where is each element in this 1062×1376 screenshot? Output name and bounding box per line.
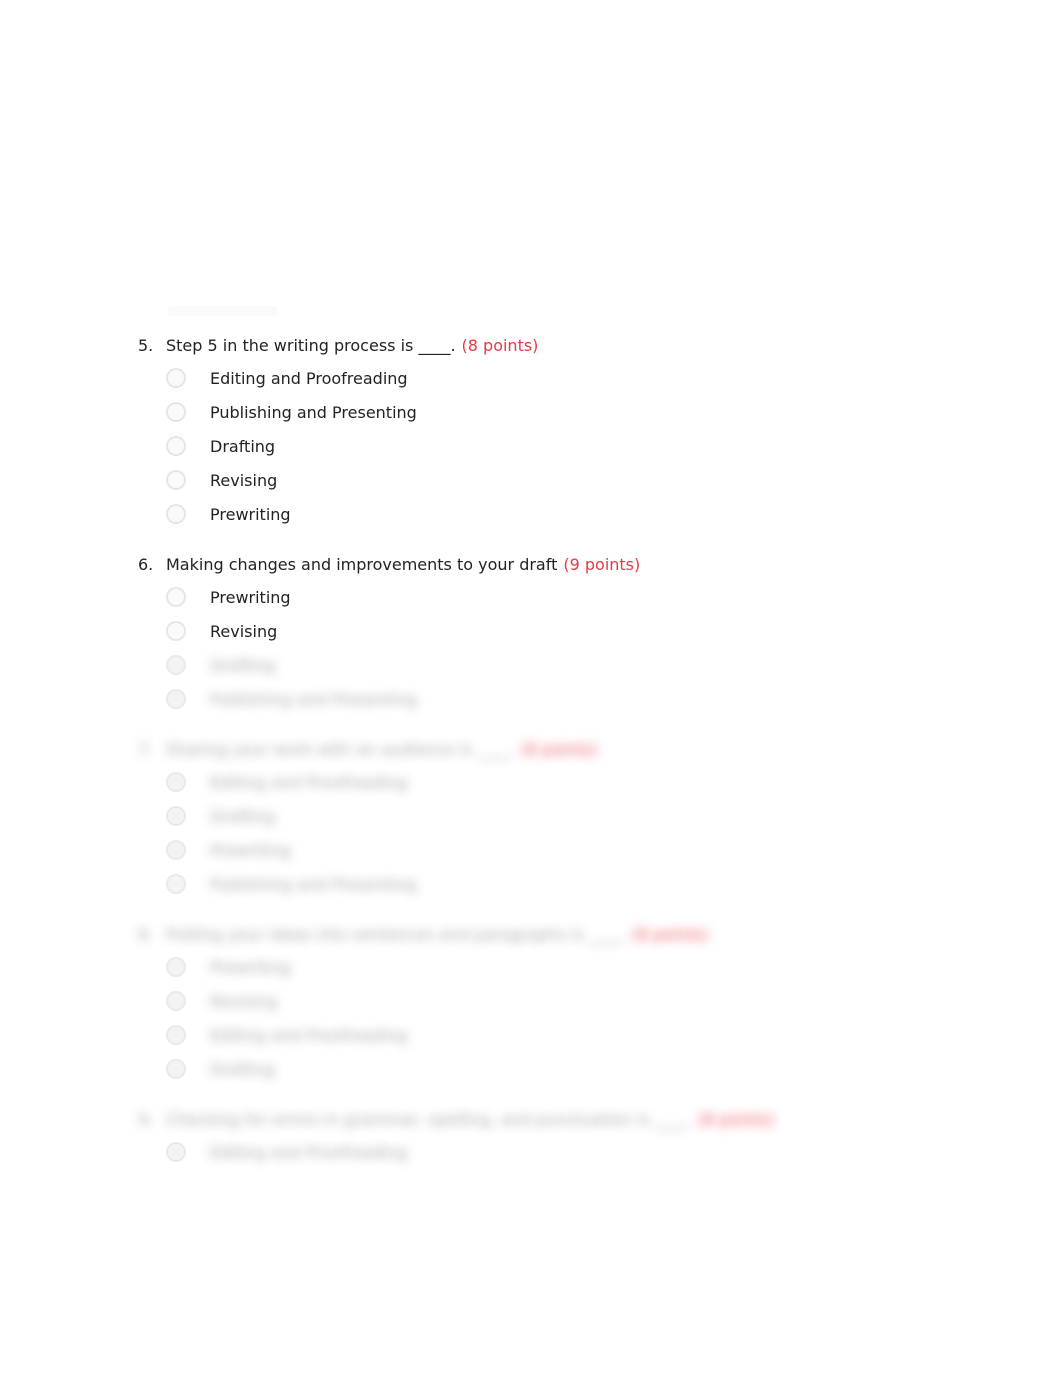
questions-container: 5.Step 5 in the writing process is ____.… [138, 336, 992, 1193]
radio-icon[interactable] [166, 840, 186, 860]
question-points: (8 points) [698, 1110, 775, 1129]
question-text: Step 5 in the writing process is ____. [166, 336, 456, 355]
radio-icon[interactable] [166, 402, 186, 422]
options-list: Editing and Proofreading Drafting Prewriti… [166, 765, 992, 901]
options-list: Prewriting Revising Drafting Publishing and… [166, 580, 992, 716]
option-label: Prewriting [210, 958, 291, 977]
option-label: Prewriting [210, 588, 291, 607]
option-label: Prewriting [210, 505, 291, 524]
question-4: 8.Putting your ideas into sentences and … [138, 925, 992, 1086]
question-number: 6. [138, 555, 166, 574]
question-header: 5.Step 5 in the writing process is ____.… [138, 336, 992, 355]
option[interactable]: Drafting [166, 648, 992, 682]
option-label: Publishing and Presenting [210, 403, 417, 422]
radio-icon[interactable] [166, 368, 186, 388]
question-text: Checking for errors in grammar, spelling… [166, 1110, 692, 1129]
question-header: 9.Checking for errors in grammar, spelli… [138, 1110, 992, 1129]
question-1: 5.Step 5 in the writing process is ____.… [138, 336, 992, 531]
option-label: Editing and Proofreading [210, 369, 408, 388]
radio-icon[interactable] [166, 772, 186, 792]
radio-icon[interactable] [166, 470, 186, 490]
option-label: Drafting [210, 1060, 275, 1079]
radio-icon[interactable] [166, 874, 186, 894]
question-number: 9. [138, 1110, 166, 1129]
option[interactable]: Drafting [166, 429, 992, 463]
option-label: Publishing and Presenting [210, 690, 417, 709]
option[interactable]: Publishing and Presenting [166, 395, 992, 429]
option-label: Revising [210, 622, 277, 641]
option-label: Editing and Proofreading [210, 773, 408, 792]
options-list: Prewriting Revising Editing and Proofreadi… [166, 950, 992, 1086]
radio-icon[interactable] [166, 991, 186, 1011]
option-label: Drafting [210, 437, 275, 456]
option[interactable]: Editing and Proofreading [166, 765, 992, 799]
option-label: Revising [210, 992, 277, 1011]
question-number: 7. [138, 740, 166, 759]
question-number: 5. [138, 336, 166, 355]
radio-icon[interactable] [166, 504, 186, 524]
option-label: Prewriting [210, 841, 291, 860]
option-label: Drafting [210, 656, 275, 675]
radio-icon[interactable] [166, 689, 186, 709]
question-5: 9.Checking for errors in grammar, spelli… [138, 1110, 992, 1169]
question-header: 6.Making changes and improvements to you… [138, 555, 992, 574]
option[interactable]: Prewriting [166, 950, 992, 984]
option[interactable]: Publishing and Presenting [166, 867, 992, 901]
ghost-line [168, 306, 278, 316]
question-points: (8 points) [521, 740, 598, 759]
option-label: Editing and Proofreading [210, 1143, 408, 1162]
option[interactable]: Prewriting [166, 833, 992, 867]
option-label: Editing and Proofreading [210, 1026, 408, 1045]
option[interactable]: Revising [166, 463, 992, 497]
option[interactable]: Editing and Proofreading [166, 361, 992, 395]
radio-icon[interactable] [166, 1142, 186, 1162]
question-points: (9 points) [563, 555, 640, 574]
radio-icon[interactable] [166, 957, 186, 977]
option[interactable]: Editing and Proofreading [166, 1018, 992, 1052]
radio-icon[interactable] [166, 655, 186, 675]
options-list: Editing and Proofreading [166, 1135, 992, 1169]
option[interactable]: Revising [166, 984, 992, 1018]
question-2: 6.Making changes and improvements to you… [138, 555, 992, 716]
question-points: (8 points) [462, 336, 539, 355]
question-text: Putting your ideas into sentences and pa… [166, 925, 626, 944]
option-label: Drafting [210, 807, 275, 826]
question-3: 7.Sharing your work with an audience is … [138, 740, 992, 901]
option[interactable]: Drafting [166, 799, 992, 833]
radio-icon[interactable] [166, 806, 186, 826]
question-points: (8 points) [632, 925, 709, 944]
question-header: 7.Sharing your work with an audience is … [138, 740, 992, 759]
option[interactable]: Publishing and Presenting [166, 682, 992, 716]
question-number: 8. [138, 925, 166, 944]
question-header: 8.Putting your ideas into sentences and … [138, 925, 992, 944]
option-label: Revising [210, 471, 277, 490]
question-text: Making changes and improvements to your … [166, 555, 557, 574]
question-text: Sharing your work with an audience is __… [166, 740, 515, 759]
option[interactable]: Prewriting [166, 497, 992, 531]
option-label: Publishing and Presenting [210, 875, 417, 894]
option[interactable]: Revising [166, 614, 992, 648]
radio-icon[interactable] [166, 621, 186, 641]
radio-icon[interactable] [166, 1059, 186, 1079]
options-list: Editing and Proofreading Publishing and P… [166, 361, 992, 531]
option[interactable]: Editing and Proofreading [166, 1135, 992, 1169]
option[interactable]: Drafting [166, 1052, 992, 1086]
radio-icon[interactable] [166, 436, 186, 456]
radio-icon[interactable] [166, 587, 186, 607]
option[interactable]: Prewriting [166, 580, 992, 614]
page: 5.Step 5 in the writing process is ____.… [0, 0, 1062, 1376]
radio-icon[interactable] [166, 1025, 186, 1045]
